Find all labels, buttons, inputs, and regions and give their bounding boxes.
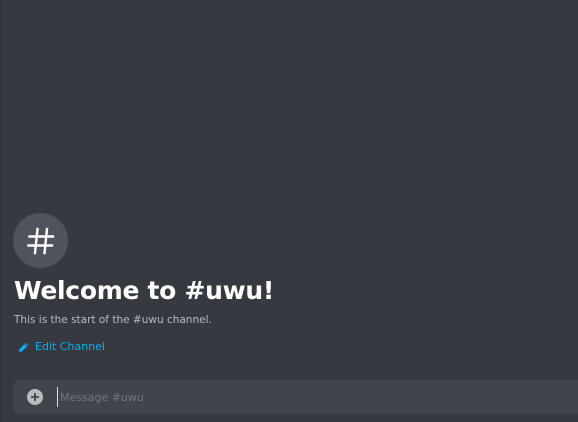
pencil-icon [18, 342, 29, 352]
message-composer [13, 380, 578, 414]
hashtag-icon [26, 227, 54, 254]
plus-circle-icon [27, 389, 43, 405]
divider [0, 0, 1, 422]
edit-channel-link[interactable]: Edit Channel [18, 340, 105, 354]
welcome-title: Welcome to #uwu! [14, 276, 274, 305]
channel-avatar [13, 213, 68, 268]
add-attachment-button[interactable] [26, 388, 44, 406]
edit-channel-label: Edit Channel [35, 340, 105, 353]
chat-view: Welcome to #uwu! This is the start of th… [0, 0, 578, 422]
message-input[interactable] [57, 387, 540, 407]
welcome-subtitle: This is the start of the #uwu channel. [14, 314, 212, 326]
